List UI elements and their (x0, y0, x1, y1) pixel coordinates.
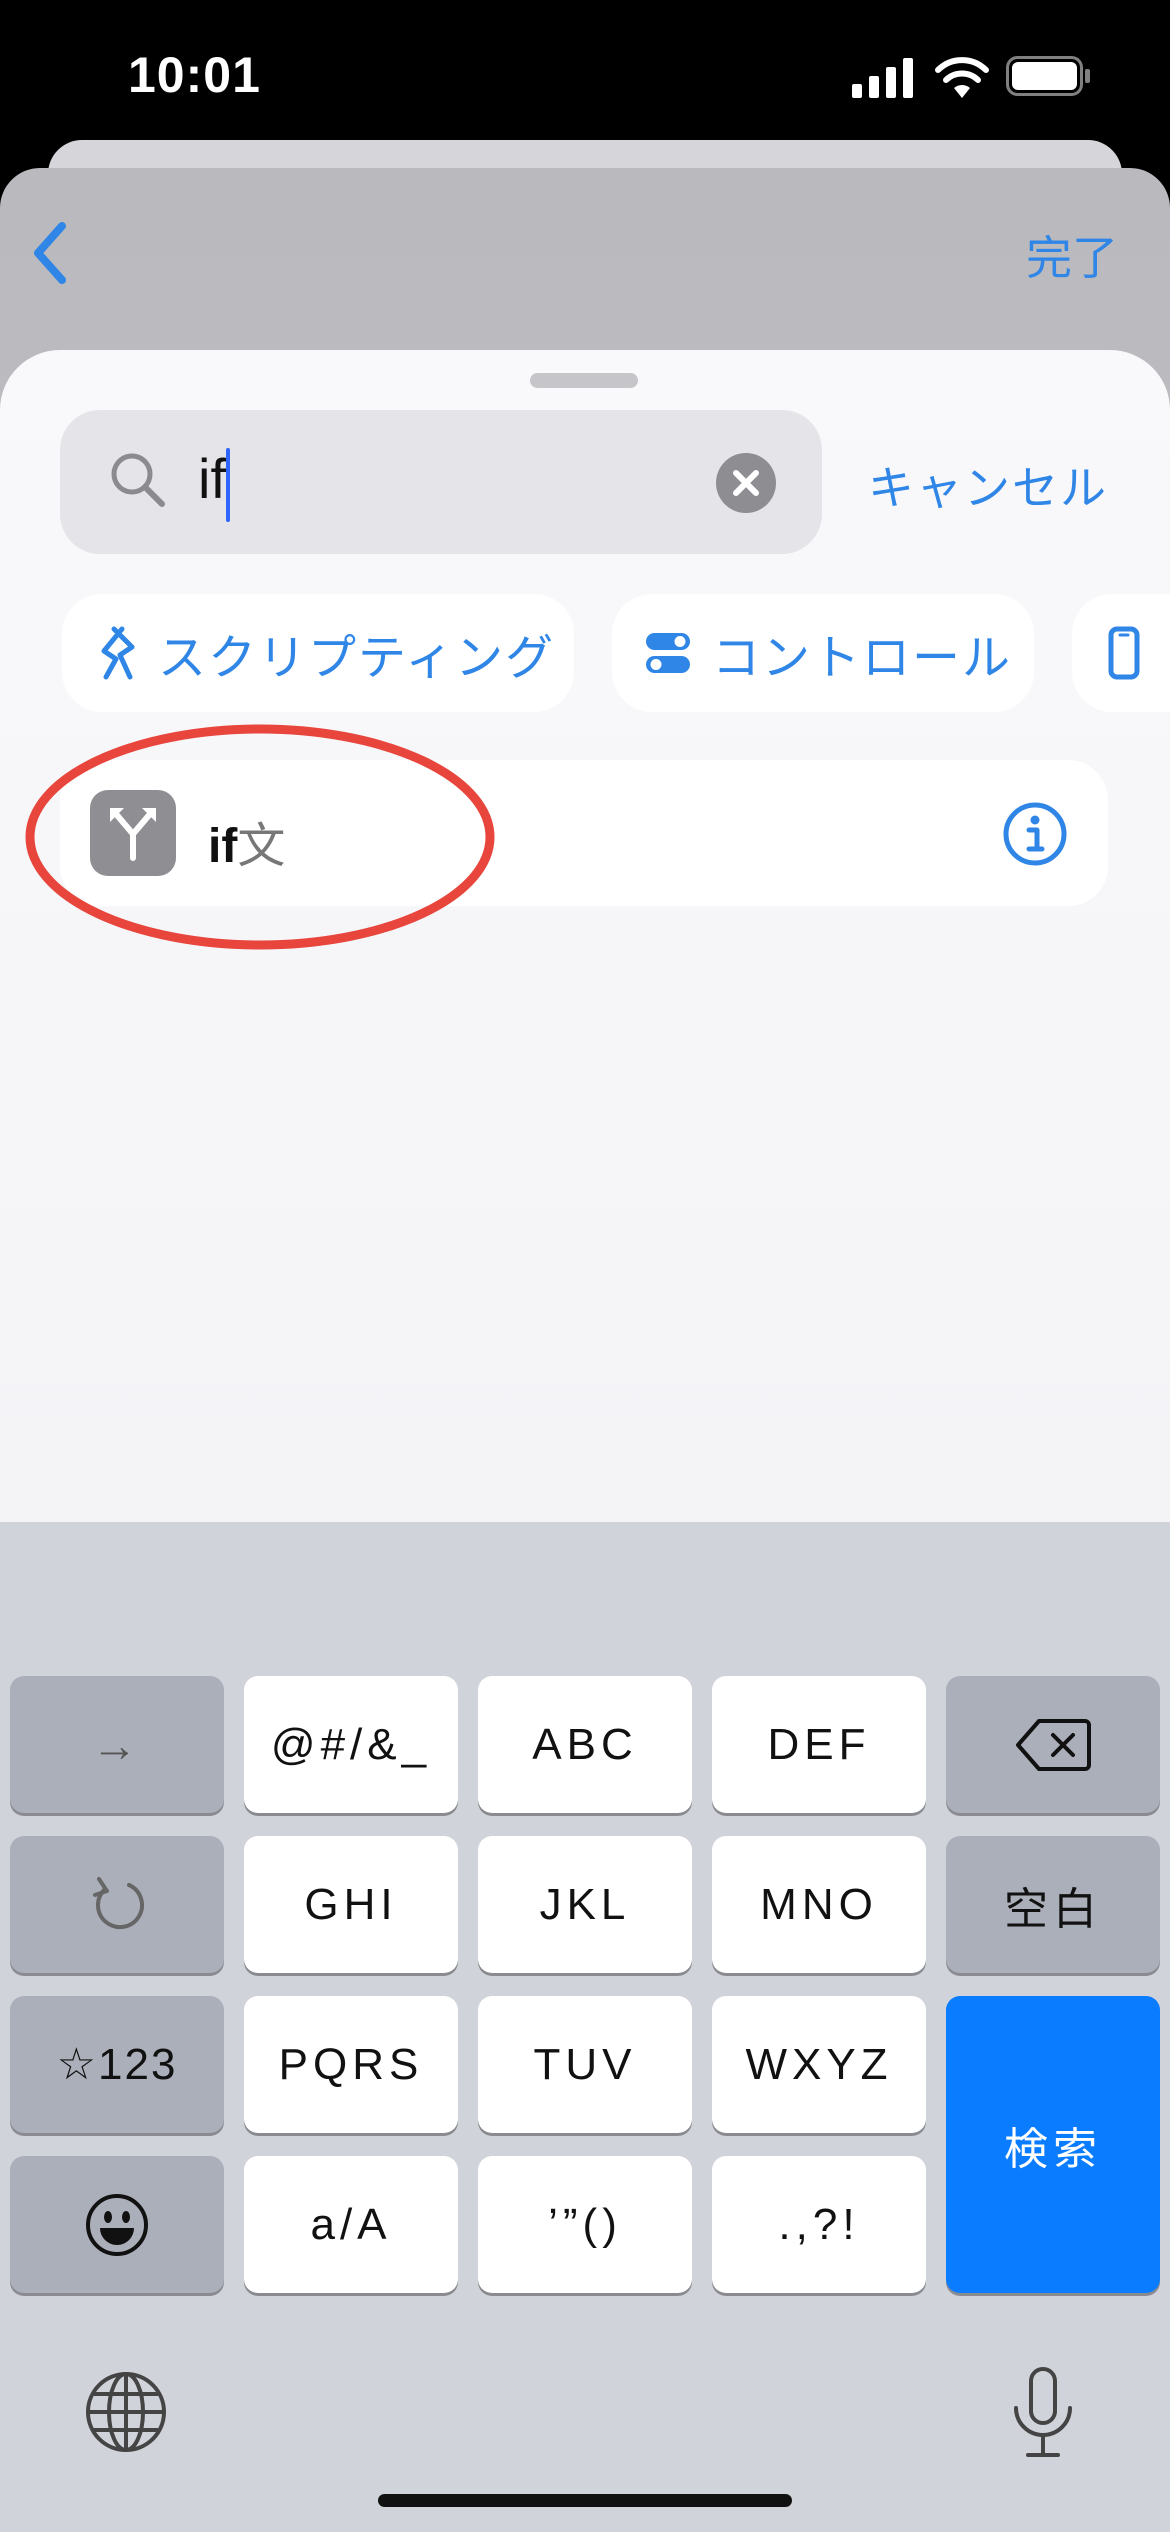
delete-key[interactable] (946, 1676, 1160, 1813)
key-label: DEF (767, 1719, 871, 1769)
key-label: .,?! (778, 2199, 860, 2249)
status-time: 10:01 (128, 47, 261, 103)
key-label: ABC (532, 1719, 638, 1769)
wxyz-key[interactable]: WXYZ (712, 1996, 926, 2133)
case-toggle-key[interactable]: a/A (244, 2156, 458, 2293)
abc-key[interactable]: ABC (478, 1676, 692, 1813)
undo-icon (93, 1876, 144, 1929)
key-label: 検索 (1004, 2124, 1102, 2174)
toggle-icon (646, 633, 690, 673)
key-label: WXYZ (745, 2039, 893, 2089)
numbers-key[interactable]: ☆123 (10, 1996, 224, 2133)
punctuation-key[interactable]: .,?! (712, 2156, 926, 2293)
tuv-key[interactable]: TUV (478, 1996, 692, 2133)
ghi-key[interactable]: GHI (244, 1836, 458, 1973)
space-key[interactable]: 空白 (946, 1836, 1160, 1973)
phone-icon (1108, 626, 1140, 680)
wifi-icon (935, 57, 989, 98)
category-chip-control[interactable]: コントロール (612, 594, 1034, 712)
key-label: ’”() (548, 2199, 622, 2249)
key-label: MNO (760, 1879, 878, 1929)
scripting-icon (101, 626, 135, 680)
battery-icon (1006, 56, 1090, 96)
back-chevron-icon[interactable] (24, 218, 84, 288)
close-icon (733, 470, 759, 496)
key-label: GHI (304, 1879, 398, 1929)
key-label: a/A (310, 2199, 392, 2249)
key-label: JKL (539, 1879, 631, 1929)
def-key[interactable]: DEF (712, 1676, 926, 1813)
globe-icon[interactable] (84, 2370, 168, 2454)
sheet-grabber[interactable] (530, 373, 638, 388)
emoji-icon (86, 2193, 148, 2256)
chip-label: スクリプティング (158, 632, 556, 685)
annotation-circle (25, 724, 495, 950)
search-input[interactable]: if (198, 446, 226, 511)
next-candidate-key[interactable]: → (10, 1676, 224, 1813)
key-label: 空白 (1004, 1884, 1102, 1934)
text-cursor (226, 448, 230, 522)
home-indicator (378, 2494, 792, 2507)
search-key[interactable]: 検索 (946, 1996, 1160, 2293)
chip-label: コントロール (712, 632, 1013, 685)
search-icon (111, 453, 165, 507)
info-icon[interactable] (1002, 801, 1068, 867)
undo-key[interactable] (10, 1836, 224, 1973)
pqrs-key[interactable]: PQRS (244, 1996, 458, 2133)
cellular-signal-icon (852, 58, 913, 98)
microphone-icon[interactable] (1010, 2366, 1076, 2460)
mno-key[interactable]: MNO (712, 1836, 926, 1973)
key-label: PQRS (278, 2039, 424, 2089)
done-button[interactable]: 完了 (1026, 222, 1118, 288)
key-label: @#/&_ (270, 1719, 432, 1769)
search-field[interactable] (60, 410, 822, 554)
emoji-key[interactable] (10, 2156, 224, 2293)
key-label: ☆123 (56, 2040, 178, 2089)
cancel-button[interactable]: キャンセル (868, 452, 1108, 518)
category-chip-scripting[interactable]: スクリプティング (62, 594, 574, 712)
symbols-key[interactable]: @#/&_ (244, 1676, 458, 1813)
key-label: TUV (533, 2039, 637, 2089)
jkl-key[interactable]: JKL (478, 1836, 692, 1973)
delete-icon (1016, 1718, 1091, 1771)
category-chip-device[interactable] (1072, 594, 1170, 712)
quotes-key[interactable]: ’”() (478, 2156, 692, 2293)
key-label: → (91, 1718, 143, 1771)
clear-search-button[interactable] (716, 453, 776, 513)
